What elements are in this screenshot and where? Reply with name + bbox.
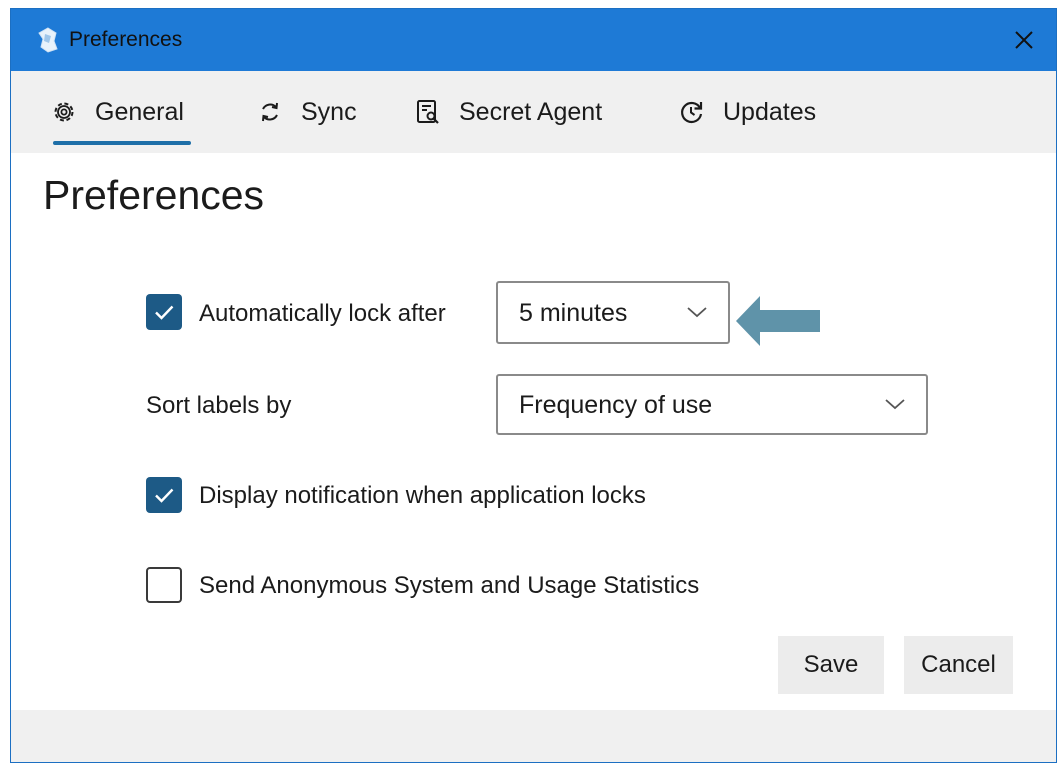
auto-lock-duration-value: 5 minutes xyxy=(519,299,628,327)
app-logo-icon xyxy=(38,27,58,53)
updates-icon xyxy=(679,99,705,125)
sort-labels-dropdown[interactable]: Frequency of use xyxy=(496,374,928,435)
checkmark-icon xyxy=(155,488,174,503)
tab-sync[interactable]: Sync xyxy=(257,71,357,153)
preferences-window: Preferences General Sync Secret Agent Up… xyxy=(10,8,1057,763)
sync-icon xyxy=(257,99,283,125)
page-title: Preferences xyxy=(43,172,265,218)
gear-icon xyxy=(51,99,77,125)
save-button[interactable]: Save xyxy=(778,636,884,694)
tab-general-label: General xyxy=(95,97,184,126)
selected-tab-indicator xyxy=(53,141,191,145)
sort-labels-value: Frequency of use xyxy=(519,391,713,419)
notify-lock-checkbox[interactable] xyxy=(146,477,182,513)
auto-lock-duration-dropdown[interactable]: 5 minutes xyxy=(496,281,730,344)
tab-sync-label: Sync xyxy=(301,97,357,126)
title-bar[interactable]: Preferences xyxy=(11,9,1056,71)
send-stats-label: Send Anonymous System and Usage Statisti… xyxy=(199,572,700,599)
sort-labels-label: Sort labels by xyxy=(146,392,292,419)
close-button[interactable] xyxy=(992,9,1056,71)
chevron-down-icon xyxy=(885,399,905,410)
tab-secret-agent-label: Secret Agent xyxy=(459,97,603,126)
footer-bar xyxy=(11,710,1056,762)
tab-bar: General Sync Secret Agent Updates xyxy=(11,71,1056,153)
tab-secret-agent[interactable]: Secret Agent xyxy=(415,71,602,153)
annotation-arrow-icon xyxy=(736,296,820,346)
close-icon xyxy=(1015,31,1033,49)
checkmark-icon xyxy=(155,305,174,320)
send-stats-checkbox[interactable] xyxy=(146,567,182,603)
tab-updates-label: Updates xyxy=(723,97,817,126)
auto-lock-label: Automatically lock after xyxy=(199,300,446,327)
cancel-button[interactable]: Cancel xyxy=(904,636,1013,694)
chevron-down-icon xyxy=(687,307,707,318)
notify-lock-label: Display notification when application lo… xyxy=(199,482,646,509)
window-title: Preferences xyxy=(69,28,183,51)
secret-agent-icon xyxy=(415,99,441,125)
tab-updates[interactable]: Updates xyxy=(679,71,816,153)
auto-lock-checkbox[interactable] xyxy=(146,294,182,330)
